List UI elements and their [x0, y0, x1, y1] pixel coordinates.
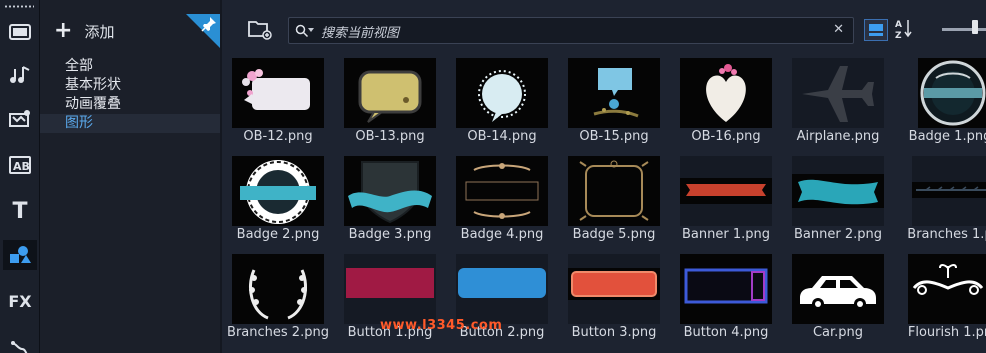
flourish-thumbnail	[908, 254, 986, 324]
search-input[interactable]: 搜索当前视图	[321, 22, 399, 41]
yellow-bubble-thumbnail	[344, 58, 436, 128]
asset-tile[interactable]: OB-15.png	[558, 56, 670, 153]
fx-tool-label: FX	[8, 291, 32, 311]
branches-line-thumbnail	[912, 156, 986, 226]
nav-item-animated-overlays[interactable]: 动画覆叠	[40, 95, 220, 114]
clear-search-icon[interactable]: ✕	[833, 22, 844, 37]
asset-label: Badge 2.png	[236, 227, 320, 242]
asset-label: Badge 1.png	[908, 129, 986, 144]
grip-dots[interactable]	[4, 5, 34, 8]
slider-handle[interactable]	[972, 20, 978, 34]
add-label: 添加	[84, 22, 115, 41]
badge-gear-thumbnail	[232, 156, 324, 226]
nav-item-all[interactable]: 全部	[40, 57, 220, 76]
sun-bubble-thumbnail	[456, 58, 548, 128]
tool-sidebar: AB T FX	[0, 0, 40, 353]
asset-label: OB-13.png	[355, 129, 425, 144]
button-outline-thumbnail	[680, 254, 772, 324]
asset-label: Badge 4.png	[460, 227, 544, 242]
button-crimson-thumbnail	[344, 254, 436, 324]
asset-tile[interactable]: OB-12.png	[222, 56, 334, 153]
asset-tile[interactable]: Button 4.png	[670, 252, 782, 349]
nav-item-graphics[interactable]: 图形	[40, 114, 220, 133]
svg-text:AB: AB	[13, 160, 30, 173]
search-icon[interactable]	[295, 23, 309, 42]
button-red-thumbnail	[568, 254, 660, 324]
watermark: www.l3345.com	[380, 318, 503, 333]
ornate-frame-thumbnail	[456, 156, 548, 226]
asset-tile[interactable]: Badge 2.png	[222, 154, 334, 251]
asset-label: Banner 2.png	[794, 227, 882, 242]
asset-tile[interactable]: Button 3.png	[558, 252, 670, 349]
pin-icon[interactable]	[201, 16, 217, 36]
path-icon[interactable]	[3, 332, 37, 353]
sort-az-icon[interactable]: AZ	[894, 17, 914, 45]
thumbnail-view-icon[interactable]	[864, 19, 888, 41]
asset-tile[interactable]: Button 2.png	[446, 252, 558, 349]
asset-tile[interactable]: Badge 5.png	[558, 154, 670, 251]
asset-tile[interactable]: Button 1.png	[334, 252, 446, 349]
asset-label: Car.png	[812, 325, 864, 340]
heart-thumbnail	[680, 58, 772, 128]
transition-icon[interactable]	[3, 104, 37, 134]
bubble-hearts-thumbnail	[232, 58, 324, 128]
text-tool-label: T	[12, 198, 28, 224]
asset-tile[interactable]: OB-14.png	[446, 56, 558, 153]
plus-icon: +	[54, 18, 73, 43]
badge-ribbon-thumbnail	[918, 58, 986, 128]
gold-frame-thumbnail	[568, 156, 660, 226]
graphics-icon[interactable]	[3, 240, 37, 270]
library-nav: 全部 基本形状 动画覆叠 图形	[40, 57, 220, 133]
asset-tile[interactable]: Badge 3.png	[334, 154, 446, 251]
nav-item-basic-shapes[interactable]: 基本形状	[40, 76, 220, 95]
asset-label: Branches 1.p	[907, 227, 986, 242]
asset-tile[interactable]: Airplane.png	[782, 56, 894, 153]
search-options-caret-icon[interactable]	[308, 28, 314, 32]
add-library-button[interactable]: + 添加	[54, 20, 114, 42]
bird-branch-thumbnail	[568, 58, 660, 128]
media-icon[interactable]	[3, 17, 37, 47]
asset-tile[interactable]: Badge 4.png	[446, 154, 558, 251]
asset-label: Badge 3.png	[348, 227, 432, 242]
asset-label: OB-16.png	[691, 129, 761, 144]
red-banner-thumbnail	[680, 156, 772, 226]
fx-tool-icon[interactable]: FX	[3, 286, 37, 316]
asset-label: OB-14.png	[467, 129, 537, 144]
asset-tile[interactable]: Car.png	[782, 252, 894, 349]
title-ab-icon[interactable]: AB	[3, 150, 37, 180]
svg-text:Z: Z	[895, 31, 902, 41]
asset-tile[interactable]: Banner 1.png	[670, 154, 782, 251]
teal-banner-thumbnail	[792, 156, 884, 226]
asset-label: Button 4.png	[683, 325, 769, 340]
asset-tile[interactable]: Branches 1.p	[894, 154, 986, 251]
car-thumbnail	[792, 254, 884, 324]
button-blue-thumbnail	[456, 254, 548, 324]
music-icon[interactable]	[3, 60, 37, 90]
text-tool-icon[interactable]: T	[3, 196, 37, 226]
content-toolbar: 搜索当前视图 ✕ AZ	[222, 14, 986, 46]
badge-shield-thumbnail	[344, 156, 436, 226]
asset-tile[interactable]: Banner 2.png	[782, 154, 894, 251]
asset-tile[interactable]: Flourish 1.pn	[894, 252, 986, 349]
asset-tile[interactable]: OB-13.png	[334, 56, 446, 153]
asset-tile[interactable]: Branches 2.png	[222, 252, 334, 349]
asset-label: Branches 2.png	[227, 325, 329, 340]
asset-label: Badge 5.png	[572, 227, 656, 242]
import-folder-icon[interactable]	[248, 18, 272, 44]
asset-label: Button 3.png	[571, 325, 657, 340]
search-box[interactable]: 搜索当前视图 ✕	[288, 17, 854, 44]
airplane-thumbnail	[792, 58, 884, 128]
library-panel: + 添加 全部 基本形状 动画覆叠 图形	[40, 0, 220, 353]
asset-tile[interactable]: Badge 1.png	[894, 56, 986, 153]
asset-label: OB-12.png	[243, 129, 313, 144]
asset-label: OB-15.png	[579, 129, 649, 144]
asset-label: Flourish 1.pn	[907, 325, 986, 340]
content-area: 搜索当前视图 ✕ AZ OB-12.png OB-13.png OB-14.pn…	[220, 0, 986, 353]
svg-text:A: A	[895, 20, 902, 30]
asset-label: Airplane.png	[796, 129, 880, 144]
laurel-wreath-thumbnail	[232, 254, 324, 324]
asset-label: Banner 1.png	[682, 227, 770, 242]
asset-tile[interactable]: OB-16.png	[670, 56, 782, 153]
thumbnail-size-slider[interactable]	[942, 28, 986, 31]
